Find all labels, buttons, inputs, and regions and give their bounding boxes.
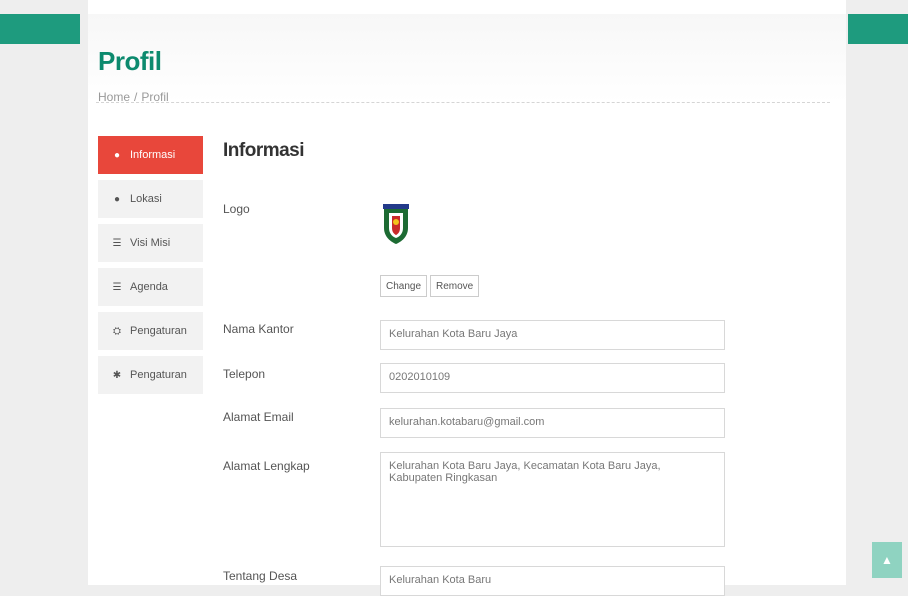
sidebar-item-pengaturan-2[interactable]: ✱ Pengaturan [98, 356, 203, 394]
page-title: Profil [98, 46, 162, 76]
gear-icon: ✱ [112, 369, 122, 381]
alamat-label: Alamat Lengkap [223, 459, 310, 473]
sidebar-item-label: Pengaturan [130, 369, 187, 381]
header-divider [96, 102, 830, 103]
sidebar-item-label: Pengaturan [130, 325, 187, 337]
page-header: Profil Home / Profil [88, 14, 846, 104]
email-input[interactable]: kelurahan.kotabaru@gmail.com [380, 408, 725, 438]
sidebar-item-informasi[interactable]: ● Informasi [98, 136, 203, 174]
content-panel: Profil Home / Profil ● Informasi ● Lokasi … [88, 0, 846, 596]
email-label: Alamat Email [223, 410, 294, 424]
scroll-to-top-button[interactable]: ▲ [872, 542, 902, 578]
tentang-desa-input[interactable]: Kelurahan Kota Baru [380, 566, 725, 596]
chevron-up-icon: ▲ [881, 553, 893, 567]
sidebar-item-agenda[interactable]: ☰ Agenda [98, 268, 203, 306]
tentang-desa-label: Tentang Desa [223, 569, 298, 583]
sidebar-item-label: Agenda [130, 281, 168, 293]
list-icon: ☰ [112, 237, 122, 249]
list-icon: ☰ [112, 281, 122, 293]
sidebar-item-label: Lokasi [130, 193, 162, 205]
telepon-label: Telepon [223, 367, 266, 381]
alamat-textarea[interactable]: Kelurahan Kota Baru Jaya, Kecamatan Kota… [380, 452, 725, 547]
side-menu: ● Informasi ● Lokasi ☰ Visi Misi ☰ Agend… [98, 136, 203, 400]
top-bar-right [848, 14, 908, 44]
nama-kantor-label: Nama Kantor [223, 322, 294, 336]
remove-logo-button[interactable]: Remove [430, 275, 480, 297]
sidebar-item-label: Informasi [130, 149, 176, 161]
info-circle-icon: ● [113, 149, 121, 161]
map-marker-icon: ● [113, 193, 121, 205]
sidebar-item-visi-misi[interactable]: ☰ Visi Misi [98, 224, 203, 262]
logo-emblem-icon [383, 204, 409, 244]
sidebar-item-pengaturan-1[interactable]: ⛭ Pengaturan [98, 312, 203, 350]
sidebar-item-label: Visi Misi [130, 237, 171, 249]
top-bar-left [0, 14, 80, 44]
users-icon: ⛭ [113, 325, 121, 337]
logo-label: Logo [223, 202, 250, 216]
sidebar-item-lokasi[interactable]: ● Lokasi [98, 180, 203, 218]
telepon-input[interactable]: 0202010109 [380, 363, 725, 393]
change-logo-button[interactable]: Change [380, 275, 428, 297]
nama-kantor-input[interactable]: Kelurahan Kota Baru Jaya [380, 320, 725, 350]
logo-preview: Change Remove [378, 186, 516, 298]
section-title: Informasi [223, 140, 305, 161]
